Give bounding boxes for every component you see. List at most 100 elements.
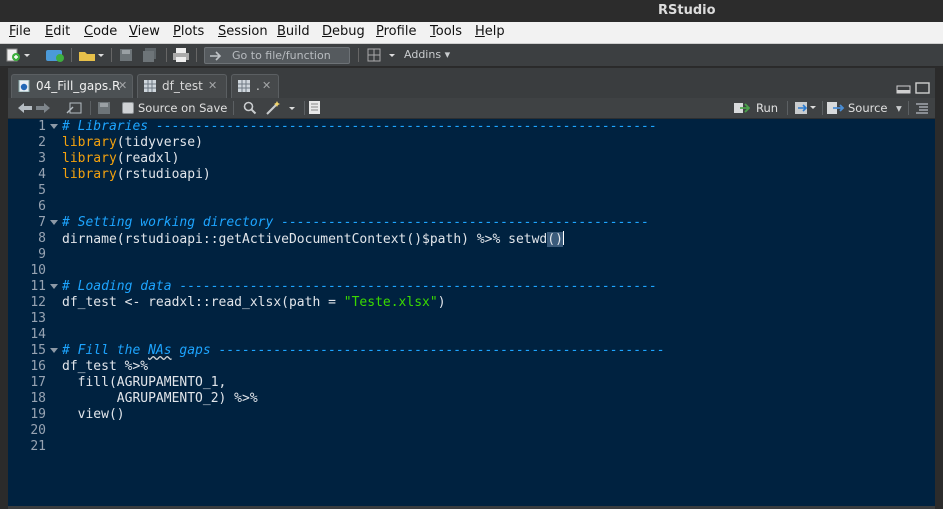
close-icon[interactable]: ✕ <box>208 79 217 92</box>
save-icon[interactable] <box>119 48 133 62</box>
bracket-highlight: ( <box>547 232 556 247</box>
code-line: # Setting working directory ------------… <box>62 215 649 231</box>
line-number: 4 <box>38 167 46 182</box>
line-number: 21 <box>30 439 46 454</box>
menu-file[interactable]: File <box>9 24 31 39</box>
print-icon[interactable] <box>173 48 189 62</box>
line-number: 8 <box>38 231 46 246</box>
line-number: 17 <box>30 375 46 390</box>
run-icon[interactable] <box>734 102 750 114</box>
go-to-arrow-icon <box>210 51 222 61</box>
addins-menu[interactable]: Addins ▾ <box>404 48 450 61</box>
menu-tools[interactable]: Tools <box>430 24 462 39</box>
line-number: 7 <box>38 215 46 230</box>
menu-session[interactable]: Session <box>218 24 268 39</box>
line-number: 2 <box>38 135 46 150</box>
comment: gaps -----------------------------------… <box>171 343 665 358</box>
line-number: 15 <box>30 343 46 358</box>
menu-profile[interactable]: Profile <box>376 24 416 39</box>
line-number: 12 <box>30 295 46 310</box>
code-line: df_test %>% <box>62 359 148 375</box>
bracket-highlight: ) <box>555 232 563 247</box>
maximize-pane-icon[interactable] <box>915 82 930 94</box>
new-project-icon[interactable] <box>44 48 68 62</box>
line-number: 19 <box>30 407 46 422</box>
close-icon[interactable]: ✕ <box>262 79 271 92</box>
comment: # Libraries ----------------------------… <box>62 119 657 134</box>
line-number: 14 <box>30 327 46 342</box>
window-title: RStudio <box>658 3 716 18</box>
code-text: fill(AGRUPAMENTO_1, <box>62 375 227 390</box>
outline-icon[interactable] <box>915 102 929 114</box>
tab-df-test[interactable]: df_test ✕ <box>137 74 227 98</box>
line-number: 16 <box>30 359 46 374</box>
fold-toggle-icon[interactable] <box>50 219 58 227</box>
code-line: AGRUPAMENTO_2) %>% <box>62 391 258 407</box>
code-line: library(tidyverse) <box>62 135 203 151</box>
menu-debug[interactable]: Debug <box>322 24 365 39</box>
fold-toggle-icon[interactable] <box>50 347 58 355</box>
source-icon[interactable] <box>827 101 845 115</box>
new-file-icon[interactable] <box>6 48 30 62</box>
show-in-window-icon[interactable] <box>66 102 82 114</box>
go-to-placeholder: Go to file/function <box>232 49 331 62</box>
save-icon[interactable] <box>98 102 110 114</box>
save-all-icon[interactable] <box>142 48 158 62</box>
text-cursor <box>562 231 564 245</box>
fold-toggle-icon[interactable] <box>50 123 58 131</box>
chevron-down-icon[interactable]: ▾ <box>896 101 902 115</box>
code-text: view() <box>62 407 125 422</box>
workspace-panes-icon[interactable] <box>367 48 395 62</box>
table-icon <box>238 80 250 92</box>
code-text: (rstudioapi) <box>116 167 211 182</box>
run-button[interactable]: Run <box>756 101 778 115</box>
code-text: df_test <- readxl::read_xlsx(path = <box>62 295 344 310</box>
code-editor[interactable]: 1 2 3 4 5 6 7 8 9 10 11 12 13 14 15 16 1… <box>8 119 935 506</box>
comment: # Setting working directory ------------… <box>62 215 649 230</box>
menu-view[interactable]: View <box>129 24 160 39</box>
comment-spellcheck: NAs <box>148 343 172 358</box>
tab-dot[interactable]: . ✕ <box>231 74 279 98</box>
menu-code[interactable]: Code <box>84 24 117 39</box>
r-script-icon <box>18 80 30 92</box>
menu-build[interactable]: Build <box>277 24 310 39</box>
line-number: 10 <box>30 263 46 278</box>
open-folder-icon[interactable] <box>78 48 104 62</box>
keyword: library <box>62 167 117 182</box>
code-text: ) <box>437 295 446 310</box>
menu-help[interactable]: Help <box>475 24 505 39</box>
close-icon[interactable]: ✕ <box>118 79 127 92</box>
code-line: dirname(rstudioapi::getActiveDocumentCon… <box>62 231 564 248</box>
main-toolbar: Go to file/function Addins ▾ <box>0 44 943 67</box>
back-forward-icon[interactable] <box>17 102 51 114</box>
line-number: 9 <box>38 247 46 262</box>
chevron-down-icon: ▾ <box>444 48 451 61</box>
line-number: 18 <box>30 391 46 406</box>
code-text: (tidyverse) <box>116 135 203 150</box>
code-line: library(readxl) <box>62 151 179 167</box>
minimize-pane-icon[interactable] <box>896 85 911 94</box>
source-on-save-checkbox[interactable] <box>122 102 134 114</box>
magic-wand-icon[interactable] <box>265 100 297 116</box>
code-line: view() <box>62 407 125 423</box>
source-button[interactable]: Source <box>848 101 888 115</box>
search-icon[interactable] <box>243 101 257 115</box>
line-number: 13 <box>30 311 46 326</box>
line-number: 5 <box>38 183 46 198</box>
pane-window-controls <box>896 82 930 94</box>
fold-toggle-icon[interactable] <box>50 283 58 291</box>
line-number-gutter: 1 2 3 4 5 6 7 8 9 10 11 12 13 14 15 16 1… <box>8 119 58 506</box>
tab-label: df_test <box>162 79 203 93</box>
string-literal: "Teste.xlsx" <box>343 295 438 310</box>
code-line: # Libraries ----------------------------… <box>62 119 657 135</box>
menu-edit[interactable]: Edit <box>45 24 70 39</box>
code-line: df_test <- readxl::read_xlsx(path = "Tes… <box>62 295 446 311</box>
go-to-file-input[interactable]: Go to file/function <box>204 47 350 64</box>
menu-plots[interactable]: Plots <box>173 24 204 39</box>
tab-04-fill-gaps[interactable]: 04_Fill_gaps.R ✕ <box>11 74 133 98</box>
comment: # Loading data -------------------------… <box>62 279 657 294</box>
compile-report-icon[interactable] <box>309 101 321 115</box>
rerun-icon[interactable] <box>795 101 817 115</box>
editor-toolbar: Source on Save Run Source ▾ <box>8 98 935 119</box>
code-area[interactable]: # Libraries ----------------------------… <box>62 119 932 506</box>
